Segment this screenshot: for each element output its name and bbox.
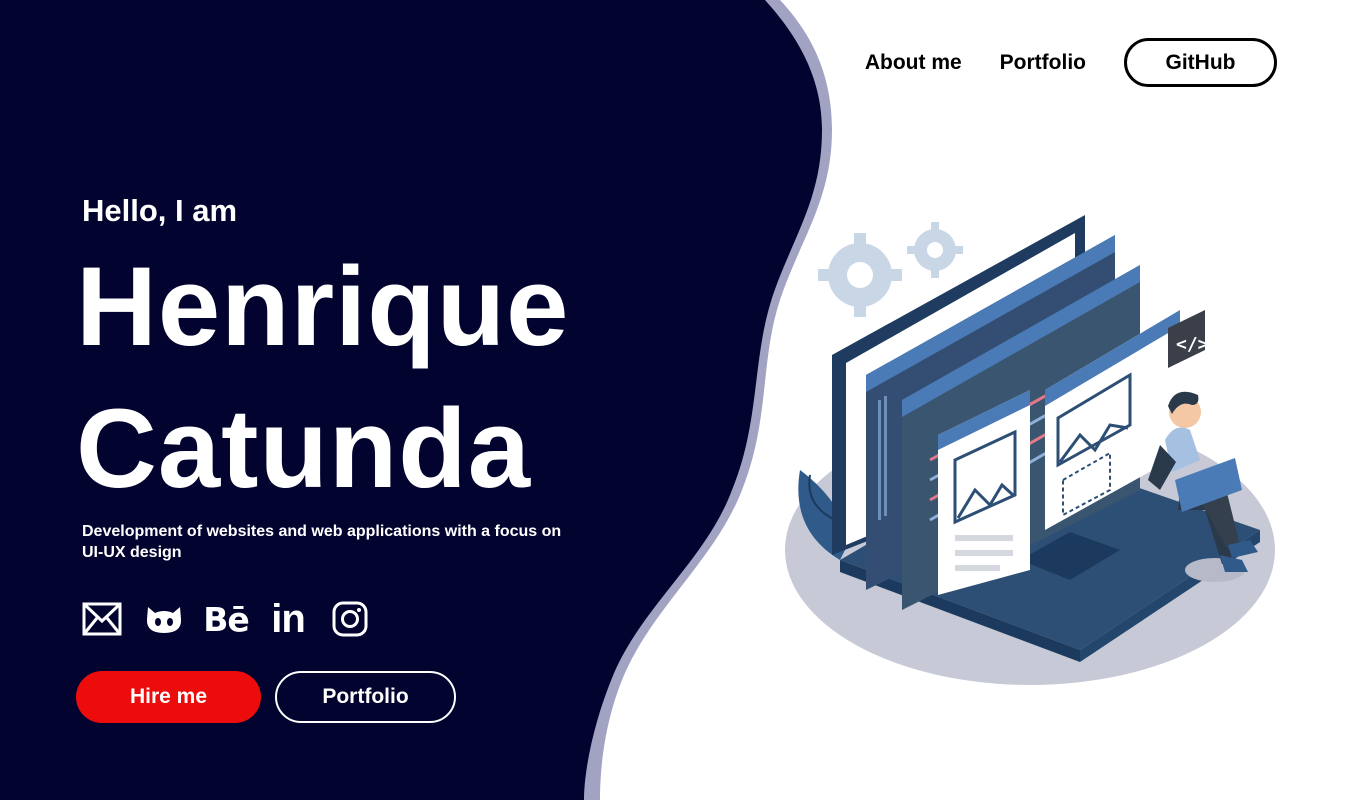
linkedin-icon: in <box>271 596 306 641</box>
instagram-link[interactable] <box>330 599 370 639</box>
mail-link[interactable] <box>82 599 122 639</box>
tagline: Development of websites and web applicat… <box>82 523 562 561</box>
nav-about-link[interactable]: About me <box>865 51 962 75</box>
greeting: Hello, I am <box>82 193 238 228</box>
social-links: Bē in <box>82 596 392 641</box>
portfolio-button[interactable]: Portfolio <box>275 671 456 723</box>
last-name: Catunda <box>76 386 531 511</box>
nav-portfolio-link[interactable]: Portfolio <box>1000 51 1086 75</box>
gear-icon <box>818 233 902 317</box>
hero-name: Henrique Catunda <box>76 236 569 520</box>
instagram-icon <box>332 601 368 637</box>
linkedin-link[interactable]: in <box>268 596 308 641</box>
github-icon <box>146 607 182 633</box>
developer-illustration: </> <box>785 215 1275 685</box>
behance-link[interactable]: Bē <box>203 599 250 639</box>
mail-icon <box>82 602 122 636</box>
small-gear-icon <box>907 222 963 278</box>
behance-icon: Bē <box>203 599 250 639</box>
hire-me-button[interactable]: Hire me <box>76 671 261 723</box>
svg-text:</>: </> <box>1176 334 1209 355</box>
first-name: Henrique <box>76 244 570 369</box>
top-nav: About me Portfolio GitHub <box>865 38 1277 87</box>
github-button[interactable]: GitHub <box>1124 38 1277 87</box>
github-link[interactable] <box>144 599 184 639</box>
hero-actions: Hire me Portfolio <box>76 671 456 723</box>
